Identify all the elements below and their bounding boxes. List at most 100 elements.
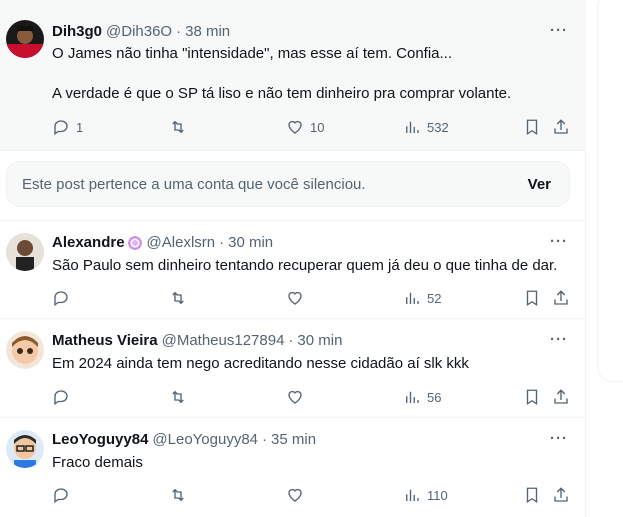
tweet-text: Fraco demais — [52, 454, 143, 471]
bookmark-icon — [526, 119, 538, 136]
tweet-2[interactable]: Alexandre @Alexlsrn · 30 min ··· São Pau… — [0, 220, 586, 319]
avatar-image — [6, 430, 44, 468]
timestamp[interactable]: 30 min — [228, 233, 273, 253]
heart-icon — [288, 390, 302, 404]
bookmark-icon — [526, 487, 538, 504]
share-button[interactable] — [552, 117, 570, 137]
avatar[interactable] — [6, 331, 44, 369]
display-name[interactable]: Dih3g0 — [52, 22, 102, 42]
bookmark-icon — [526, 290, 538, 307]
heart-icon — [288, 488, 302, 502]
display-name[interactable]: LeoYoguyy84 — [52, 430, 148, 450]
timestamp[interactable]: 35 min — [271, 430, 316, 450]
views-count: 532 — [427, 119, 449, 135]
views-button[interactable]: 52 — [403, 288, 441, 308]
bookmark-button[interactable] — [523, 117, 541, 137]
like-button[interactable] — [286, 387, 304, 407]
muted-post-notice: Este post pertence a uma conta que você … — [6, 161, 570, 207]
views-button[interactable]: 532 — [403, 117, 449, 137]
views-icon — [406, 391, 419, 403]
views-button[interactable]: 110 — [403, 485, 448, 505]
tweet-actions: 56 — [52, 387, 572, 407]
avatar[interactable] — [6, 233, 44, 271]
user-handle[interactable]: @LeoYoguyy84 — [152, 430, 258, 450]
share-button[interactable] — [552, 288, 570, 308]
muted-message: Este post pertence a uma conta que você … — [22, 176, 366, 193]
views-icon — [406, 489, 419, 501]
views-count: 110 — [427, 487, 448, 503]
tweet-text: São Paulo sem dinheiro tentando recupera… — [52, 257, 558, 274]
tweet-text: Em 2024 ainda tem nego acreditando nesse… — [52, 355, 469, 372]
tweet-header: Matheus Vieira @Matheus127894 · 30 min — [52, 331, 574, 351]
separator: · — [262, 431, 268, 448]
retweet-button[interactable] — [169, 387, 187, 407]
retweet-button[interactable] — [169, 117, 187, 137]
bookmark-button[interactable] — [523, 485, 541, 505]
avatar-image — [6, 233, 44, 271]
retweet-button[interactable] — [169, 485, 187, 505]
more-options-icon[interactable]: ··· — [550, 233, 568, 250]
share-button[interactable] — [552, 387, 570, 407]
view-muted-button[interactable]: Ver — [528, 176, 551, 193]
reply-button[interactable]: 1 — [52, 117, 83, 137]
retweet-icon — [172, 390, 184, 404]
share-icon — [554, 290, 568, 305]
timestamp[interactable]: 38 min — [185, 22, 230, 42]
reply-button[interactable] — [52, 485, 70, 505]
reply-icon — [54, 390, 68, 406]
separator: · — [288, 332, 294, 349]
more-options-icon[interactable]: ··· — [550, 22, 568, 39]
views-count: 56 — [427, 389, 442, 405]
heart-icon — [288, 120, 302, 134]
like-count: 10 — [310, 119, 325, 135]
user-handle[interactable]: @Dih36O — [106, 22, 172, 42]
share-button[interactable] — [552, 485, 570, 505]
share-icon — [554, 487, 568, 502]
user-handle[interactable]: @Alexlsrn — [147, 233, 216, 253]
share-icon — [554, 389, 568, 404]
tweet-actions: 52 — [52, 288, 572, 308]
avatar[interactable] — [6, 430, 44, 468]
reply-count: 1 — [76, 119, 84, 135]
reply-icon — [54, 291, 68, 307]
avatar[interactable] — [6, 20, 44, 58]
bookmark-button[interactable] — [523, 387, 541, 407]
tweet-header: LeoYoguyy84 @LeoYoguyy84 · 35 min — [52, 430, 574, 450]
tweet-actions: 110 — [52, 485, 572, 505]
retweet-icon — [172, 291, 184, 305]
retweet-icon — [172, 488, 184, 502]
more-options-icon[interactable]: ··· — [550, 430, 568, 447]
display-name[interactable]: Alexandre — [52, 233, 125, 253]
reply-button[interactable] — [52, 288, 70, 308]
tweet-1[interactable]: Dih3g0 @Dih36O · 38 min ··· O James não … — [0, 0, 586, 151]
like-button[interactable]: 10 — [286, 117, 324, 137]
tweet-actions: 1 10 532 — [52, 117, 572, 137]
more-options-icon[interactable]: ··· — [550, 331, 568, 348]
retweet-icon — [172, 120, 184, 134]
views-icon — [406, 121, 419, 133]
right-sidebar — [587, 0, 623, 517]
reply-button[interactable] — [52, 387, 70, 407]
sidebar-card — [597, 0, 623, 382]
avatar-image — [6, 331, 44, 369]
views-count: 52 — [427, 290, 442, 306]
separator: · — [176, 23, 182, 40]
views-icon — [406, 292, 419, 304]
verified-swirl-icon — [126, 235, 143, 251]
timestamp[interactable]: 30 min — [297, 331, 342, 351]
timeline-feed: Dih3g0 @Dih36O · 38 min ··· O James não … — [0, 0, 586, 517]
display-name[interactable]: Matheus Vieira — [52, 331, 158, 351]
bookmark-button[interactable] — [523, 288, 541, 308]
tweet-3[interactable]: Matheus Vieira @Matheus127894 · 30 min ·… — [0, 319, 586, 418]
reply-icon — [54, 488, 68, 504]
views-button[interactable]: 56 — [403, 387, 441, 407]
like-button[interactable] — [286, 485, 304, 505]
tweet-text-line-2: A verdade é que o SP tá liso e não tem d… — [52, 85, 512, 102]
like-button[interactable] — [286, 288, 304, 308]
retweet-button[interactable] — [169, 288, 187, 308]
tweet-4[interactable]: LeoYoguyy84 @LeoYoguyy84 · 35 min ··· Fr… — [0, 418, 586, 517]
user-handle[interactable]: @Matheus127894 — [162, 331, 285, 351]
avatar-image — [6, 20, 44, 58]
tweet-header: Alexandre @Alexlsrn · 30 min — [52, 233, 574, 253]
tweet-text-line-1: O James não tinha "intensidade", mas ess… — [52, 45, 453, 62]
